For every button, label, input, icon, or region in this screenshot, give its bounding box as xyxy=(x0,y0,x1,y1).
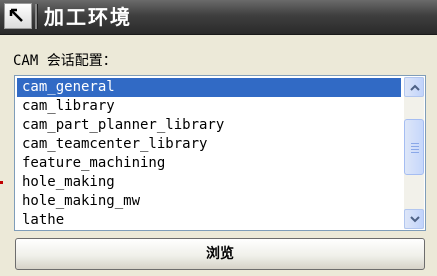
chevron-up-icon xyxy=(410,84,420,91)
arrow-icon[interactable] xyxy=(4,3,32,29)
list-item[interactable]: feature_machining xyxy=(17,154,401,173)
list-item[interactable]: hole_making xyxy=(17,173,401,192)
thumb-grip xyxy=(411,143,419,144)
title-bar: 加工环境 xyxy=(0,0,437,35)
list-item[interactable]: cam_library xyxy=(17,97,401,116)
thumb-grip xyxy=(411,146,419,147)
list-items: cam_general cam_library cam_part_planner_l… xyxy=(17,78,401,231)
vertical-scrollbar[interactable] xyxy=(404,77,424,229)
thumb-grip xyxy=(411,149,419,150)
browse-button[interactable]: 浏览 xyxy=(15,238,425,270)
scroll-thumb[interactable] xyxy=(404,119,424,175)
focus-marker xyxy=(0,181,3,184)
cam-session-config-list[interactable]: cam_general cam_library cam_part_planner_l… xyxy=(14,75,426,231)
list-item[interactable]: lathe_mill xyxy=(17,230,401,231)
scroll-up-button[interactable] xyxy=(404,77,424,97)
scroll-down-button[interactable] xyxy=(404,209,424,229)
machining-environment-dialog: 加工环境 CAM 会话配置： cam_general cam_library cam… xyxy=(0,0,437,276)
cam-session-config-label: CAM 会话配置： xyxy=(13,53,117,69)
title-separator xyxy=(35,4,38,29)
list-item[interactable]: cam_general xyxy=(17,78,401,97)
list-item[interactable]: cam_teamcenter_library xyxy=(17,135,401,154)
list-item[interactable]: hole_making_mw xyxy=(17,192,401,211)
window-title: 加工环境 xyxy=(44,5,132,29)
chevron-down-icon xyxy=(410,216,420,223)
list-item[interactable]: lathe xyxy=(17,211,401,230)
thumb-grip xyxy=(411,152,419,153)
list-item[interactable]: cam_part_planner_library xyxy=(17,116,401,135)
